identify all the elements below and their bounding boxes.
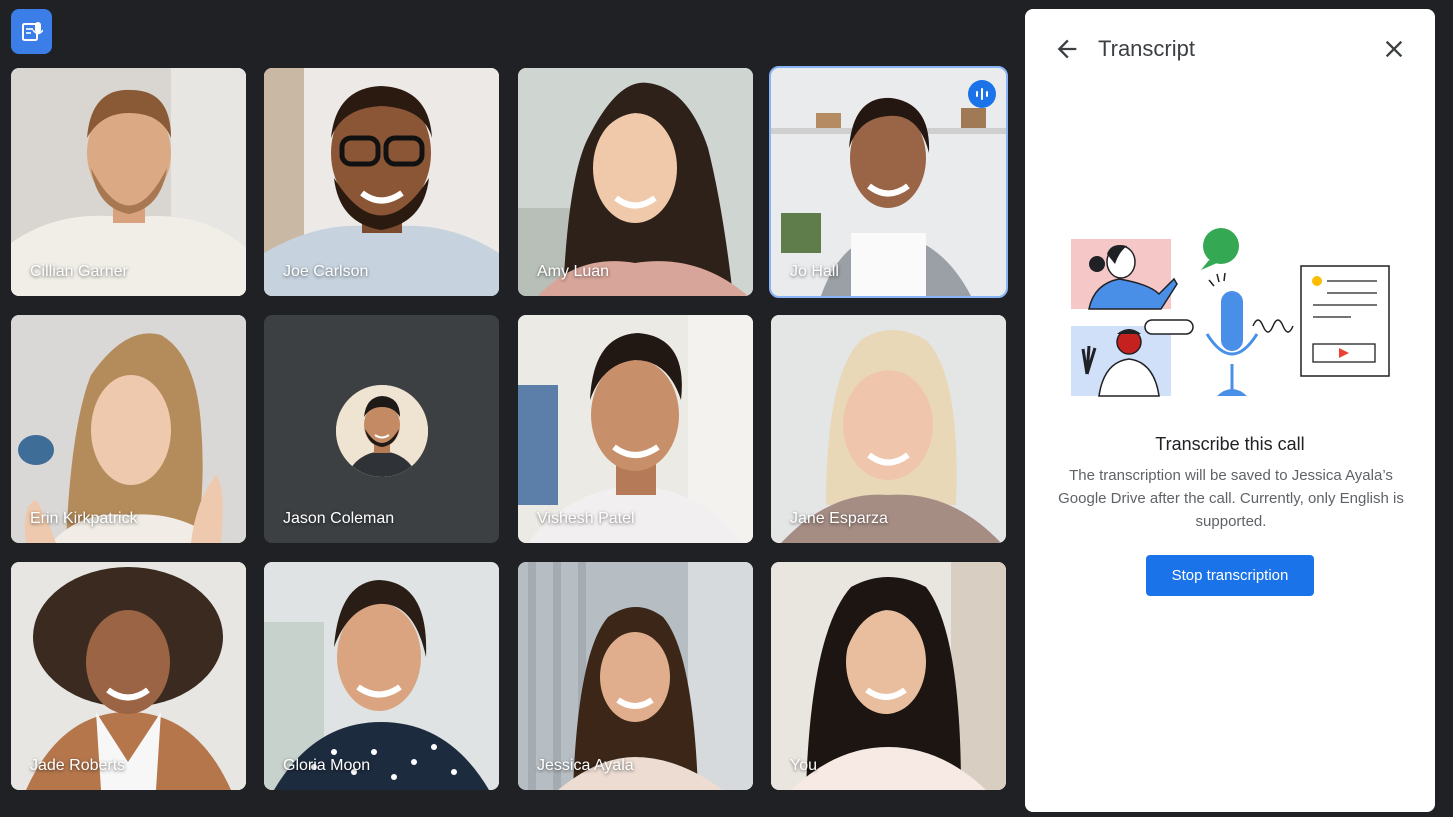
participant-video xyxy=(11,68,246,296)
participant-video xyxy=(518,562,753,790)
participant-tile[interactable]: Gloria Moon xyxy=(264,562,499,790)
participant-video xyxy=(11,562,246,790)
stop-transcription-button[interactable]: Stop transcription xyxy=(1146,555,1314,596)
participant-name: Jane Esparza xyxy=(790,510,888,527)
participant-video xyxy=(264,562,499,790)
participant-name: Gloria Moon xyxy=(283,757,371,774)
transcript-panel: Transcript Transcribe this call The tran… xyxy=(1025,9,1435,812)
participant-tile[interactable]: Amy Luan xyxy=(518,68,753,296)
participant-name: Jo Hall xyxy=(790,263,839,280)
participant-name: Jessica Ayala xyxy=(537,757,634,774)
close-icon[interactable] xyxy=(1380,35,1408,63)
participant-name: You xyxy=(790,757,817,774)
participant-tile[interactable]: Jason Coleman xyxy=(264,315,499,543)
participant-tile[interactable]: Jane Esparza xyxy=(771,315,1006,543)
panel-header: Transcript xyxy=(1025,9,1435,89)
participant-video xyxy=(771,562,1006,790)
transcript-icon[interactable] xyxy=(11,9,52,54)
panel-description: The transcription will be saved to Jessi… xyxy=(1058,467,1404,530)
panel-title: Transcript xyxy=(1098,36,1195,61)
participant-name: Erin Kirkpatrick xyxy=(30,510,138,527)
participant-name: Cillian Garner xyxy=(30,263,128,280)
participant-tile[interactable]: Joe Carlson xyxy=(264,68,499,296)
participant-tile[interactable]: Erin Kirkpatrick xyxy=(11,315,246,543)
participant-tile[interactable]: Jessica Ayala xyxy=(518,562,753,790)
participant-name: Vishesh Patel xyxy=(537,510,635,527)
audio-level-icon xyxy=(968,80,996,108)
participant-name: Joe Carlson xyxy=(283,263,369,280)
avatar xyxy=(336,385,428,477)
participant-video xyxy=(518,68,753,296)
participant-video xyxy=(264,68,499,296)
participant-video xyxy=(518,315,753,543)
participant-tile[interactable]: Jo Hall xyxy=(769,66,1008,298)
arrow-back-icon[interactable] xyxy=(1053,35,1081,63)
panel-heading: Transcribe this call xyxy=(1155,434,1305,454)
participant-tile[interactable]: Jade Roberts xyxy=(11,562,246,790)
participant-name: Jason Coleman xyxy=(283,510,395,527)
participant-video xyxy=(771,315,1006,543)
participant-tile[interactable]: Vishesh Patel xyxy=(518,315,753,543)
participant-video xyxy=(11,315,246,543)
participant-name: Jade Roberts xyxy=(30,757,126,774)
participant-tile[interactable]: Cillian Garner xyxy=(11,68,246,296)
participant-name: Amy Luan xyxy=(537,263,610,280)
transcription-illustration xyxy=(1071,228,1390,397)
participant-tile[interactable]: You xyxy=(771,562,1006,790)
